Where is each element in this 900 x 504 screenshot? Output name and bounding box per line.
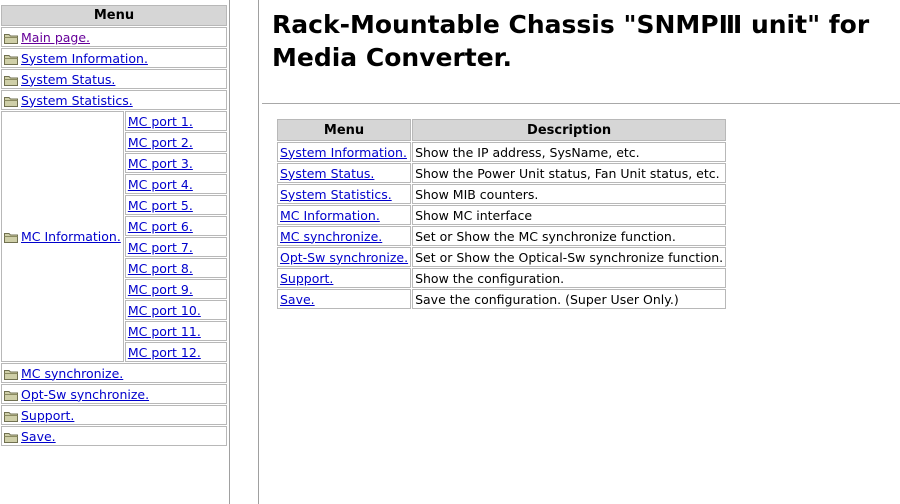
menu-link-mc-port-7[interactable]: MC port 7. [128,240,193,255]
table-link-system-statistics[interactable]: System Statistics. [280,187,392,202]
menu-link-mc-port-8[interactable]: MC port 8. [128,261,193,276]
title-divider [262,103,900,104]
table-link-opt-sw-synchronize[interactable]: Opt-Sw synchronize. [280,250,408,265]
menu-item-support[interactable]: Support. [1,405,227,425]
table-row: System Statistics. Show MIB counters. [277,184,727,204]
table-cell-description: Show the configuration. [412,268,727,288]
menu-item-system-status[interactable]: System Status. [1,69,227,89]
table-link-save[interactable]: Save. [280,292,315,307]
menu-link-mc-port-9[interactable]: MC port 9. [128,282,193,297]
table-cell-description: Show the IP address, SysName, etc. [412,142,727,162]
table-link-support[interactable]: Support. [280,271,333,286]
table-link-mc-information[interactable]: MC Information. [280,208,380,223]
table-link-system-status[interactable]: System Status. [280,166,374,181]
folder-icon [4,369,18,380]
menu-link-main-page[interactable]: Main page. [21,30,90,45]
menu-link-system-statistics[interactable]: System Statistics. [21,93,133,108]
description-table: Menu Description System Information. Show… [276,118,727,310]
table-cell-description: Show the Power Unit status, Fan Unit sta… [412,163,727,183]
menu-item-save[interactable]: Save. [1,426,227,446]
table-row: System Status. Show the Power Unit status… [277,163,727,183]
table-link-system-information[interactable]: System Information. [280,145,407,160]
table-cell-description: Set or Show the MC synchronize function. [412,226,727,246]
menu-link-mc-synchronize[interactable]: MC synchronize. [21,366,123,381]
folder-icon [4,75,18,86]
frame-divider[interactable] [258,0,259,504]
menu-link-mc-port-3[interactable]: MC port 3. [128,156,193,171]
menu-item-opt-sw-synchronize[interactable]: Opt-Sw synchronize. [1,384,227,404]
table-link-mc-synchronize[interactable]: MC synchronize. [280,229,382,244]
menu-link-mc-information[interactable]: MC Information. [21,229,121,244]
menu-link-support[interactable]: Support. [21,408,74,423]
menu-item-mc-synchronize[interactable]: MC synchronize. [1,363,227,383]
table-row: Opt-Sw synchronize. Set or Show the Optic… [277,247,727,267]
menu-link-mc-port-10[interactable]: MC port 10. [128,303,201,318]
menu-row-mc-port: MC Information. MC port 1. [1,111,227,362]
menu-link-mc-port-2[interactable]: MC port 2. [128,135,193,150]
menu-frame: Menu Main page. System Information. System… [0,0,230,504]
menu-link-opt-sw-synchronize[interactable]: Opt-Sw synchronize. [21,387,149,402]
folder-icon [4,33,18,44]
menu-table: Menu Main page. System Information. System… [0,4,228,447]
table-row: MC Information. Show MC interface [277,205,727,225]
page-title: Rack-Mountable Chassis "SNMPⅢ unit" for … [272,10,870,72]
menu-header: Menu [1,5,227,26]
table-row: Support. Show the configuration. [277,268,727,288]
menu-link-mc-port-12[interactable]: MC port 12. [128,345,201,360]
menu-item-mc-information[interactable]: MC Information. [1,111,124,362]
menu-link-mc-port-4[interactable]: MC port 4. [128,177,193,192]
column-header-menu: Menu [277,119,412,141]
menu-item-main-page[interactable]: Main page. [1,27,227,47]
menu-link-system-information[interactable]: System Information. [21,51,148,66]
menu-link-mc-port-5[interactable]: MC port 5. [128,198,193,213]
menu-link-mc-port-1[interactable]: MC port 1. [128,114,193,129]
menu-item-system-statistics[interactable]: System Statistics. [1,90,227,110]
table-row: Save. Save the configuration. (Super User… [277,289,727,309]
menu-link-mc-port-6[interactable]: MC port 6. [128,219,193,234]
menu-item-system-information[interactable]: System Information. [1,48,227,68]
folder-icon [4,54,18,65]
menu-link-mc-port-11[interactable]: MC port 11. [128,324,201,339]
table-cell-description: Show MC interface [412,205,727,225]
folder-icon [4,432,18,443]
table-cell-description: Save the configuration. (Super User Only… [412,289,727,309]
folder-icon [4,411,18,422]
column-header-description: Description [412,119,727,141]
table-cell-description: Set or Show the Optical-Sw synchronize f… [412,247,727,267]
folder-icon [4,96,18,107]
table-cell-description: Show MIB counters. [412,184,727,204]
menu-link-save[interactable]: Save. [21,429,56,444]
table-row: System Information. Show the IP address, … [277,142,727,162]
table-row: MC synchronize. Set or Show the MC synchr… [277,226,727,246]
folder-icon [4,390,18,401]
folder-icon [4,232,18,243]
menu-link-system-status[interactable]: System Status. [21,72,115,87]
